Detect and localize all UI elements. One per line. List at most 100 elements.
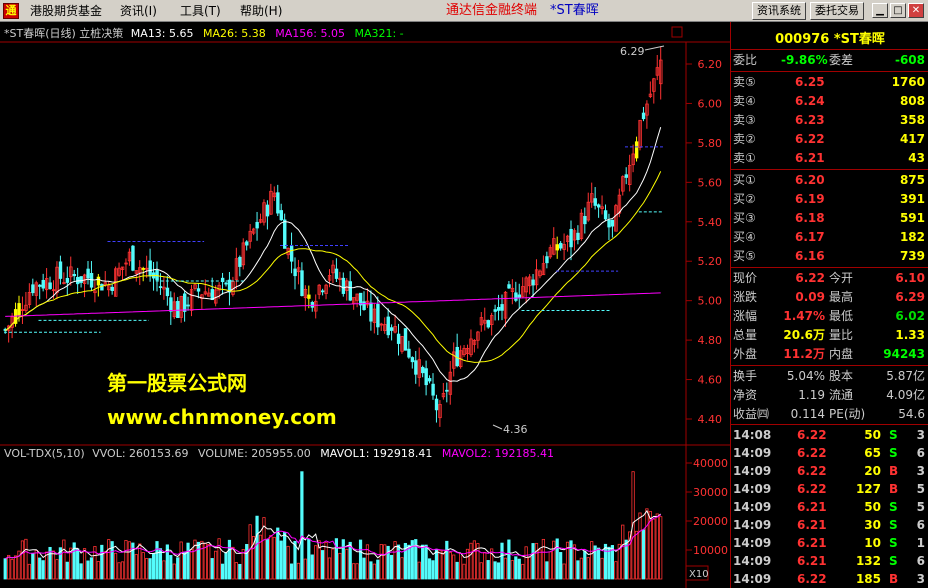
volume-bar [141,552,145,580]
tick-row[interactable]: 14:09 6.22 127 B 5 [731,480,928,499]
candle-body [410,357,415,363]
volume-bar [534,542,539,580]
candle-body [182,293,187,312]
tick-row[interactable]: 14:09 6.21 132 S 6 [731,552,928,571]
ask-row[interactable]: 卖② 6.22 417 [731,130,928,149]
volume-bar [162,560,166,580]
candle-body [41,279,45,289]
chart-resize-icon[interactable] [671,26,683,38]
menu-help[interactable]: 帮助(H) [240,3,282,19]
stat-row[interactable]: 涨跌 0.09 最高 6.29 [731,288,928,307]
finance-value: 0.114 [790,407,825,421]
volume-bar [103,551,107,580]
kline-chart[interactable]: 6.20 6.00 5.80 5.60 5.40 5.20 5.00 4.80 4.60 4.40… [0,22,730,588]
volume-bar [65,561,69,580]
candle-body [110,286,114,292]
ask-row[interactable]: 卖① 6.21 43 [731,149,928,168]
candle-body [559,242,563,249]
tick-row[interactable]: 14:09 6.21 30 S 6 [731,516,928,535]
price-tick-label: 5.60 [698,176,723,189]
candle-body [555,244,559,251]
volume-bar [117,562,121,580]
order-button[interactable]: 委托交易 [810,2,864,20]
minimize-icon[interactable]: ▁ [872,3,888,18]
candle-body [148,260,152,277]
bid-row[interactable]: 买① 6.20 875 [731,171,928,190]
finance-row[interactable]: 收益㈣ 0.114 PE(动) 54.6 [731,405,928,424]
tick-row[interactable]: 14:09 6.22 65 S 6 [731,444,928,463]
menu-futures[interactable]: 港股期货基金 [30,3,102,19]
tick-row[interactable]: 14:09 6.21 50 S 5 [731,498,928,517]
stat-label: 量比 [829,328,854,342]
volume-bar [245,544,249,580]
volume-bar [34,549,38,580]
ask-row[interactable]: 卖③ 6.23 358 [731,111,928,130]
volume-bar [31,553,35,580]
volume-bar [138,543,142,580]
ask-row[interactable]: 卖④ 6.24 808 [731,92,928,111]
maximize-icon[interactable]: □ [890,3,906,18]
weibi-label: 委比 [733,53,758,67]
bid-row[interactable]: 买② 6.19 391 [731,190,928,209]
volume-bar [645,508,649,580]
ask-price: 6.22 [795,132,825,146]
volume-tick-label: 10000 [693,544,728,557]
finance-value: 54.6 [898,407,925,421]
stat-row[interactable]: 涨幅 1.47% 最低 6.02 [731,307,928,326]
candle-body [72,274,76,277]
candle-body [176,301,180,319]
stat-row[interactable]: 总量 20.6万 量比 1.33 [731,326,928,345]
menu-info[interactable]: 资讯(I) [120,3,157,19]
bid-level-label: 买④ [733,230,756,244]
volume-bar [638,512,642,580]
volume-bar [38,557,42,580]
volume-bar [431,560,435,580]
tick-row[interactable]: 14:09 6.22 20 B 3 [731,462,928,481]
volume-bar [396,544,401,580]
candle-body [341,277,346,294]
finance-row[interactable]: 净资 1.19 流通 4.09亿 [731,386,928,405]
volume-bar [531,543,535,580]
stat-label: 现价 [733,271,758,285]
ask-price: 6.23 [795,113,825,127]
candle-body [48,282,52,289]
bid-row[interactable]: 买⑤ 6.16 739 [731,247,928,266]
bid-row[interactable]: 买④ 6.17 182 [731,228,928,247]
ma-lines [4,127,662,382]
volume-bar [176,557,180,580]
volume-bar [407,544,411,580]
stat-row[interactable]: 外盘 11.2万 内盘 94243 [731,345,928,364]
volume-bar [545,561,549,580]
volume-bar [462,563,466,580]
tick-volume: 127 [855,482,881,496]
weicha-value: -608 [894,53,925,67]
volume-bar [79,563,83,580]
volume-bar [41,560,45,580]
close-icon[interactable]: ✕ [908,3,924,18]
candles [3,46,663,427]
low-label: 4.36 [503,423,528,436]
bid-price: 6.19 [795,192,825,206]
candle-body [376,303,380,328]
volume-bar [314,545,318,580]
info-system-button[interactable]: 资讯系统 [752,2,806,20]
stat-value: 6.10 [895,271,925,285]
tick-row[interactable]: 14:09 6.22 185 B 3 [731,570,928,588]
tick-side: S [889,536,898,550]
stat-label: 今开 [829,271,854,285]
ask-row[interactable]: 卖⑤ 6.25 1760 [731,73,928,92]
candle-body [86,268,90,279]
tick-row[interactable]: 14:09 6.21 10 S 1 [731,534,928,553]
candle-body [421,366,425,374]
candle-body [531,279,535,286]
volume-bar [548,551,552,580]
tick-row[interactable]: 14:08 6.22 50 S 3 [731,426,928,445]
candle-body [279,210,283,221]
candle-body [486,320,490,328]
bid-volume: 591 [899,211,925,225]
low-annotation: 4.36 [492,423,528,436]
menu-tools[interactable]: 工具(T) [180,3,221,19]
finance-row[interactable]: 换手 5.04% 股本 5.87亿 [731,367,928,386]
bid-row[interactable]: 买③ 6.18 591 [731,209,928,228]
stat-row[interactable]: 现价 6.22 今开 6.10 [731,269,928,288]
